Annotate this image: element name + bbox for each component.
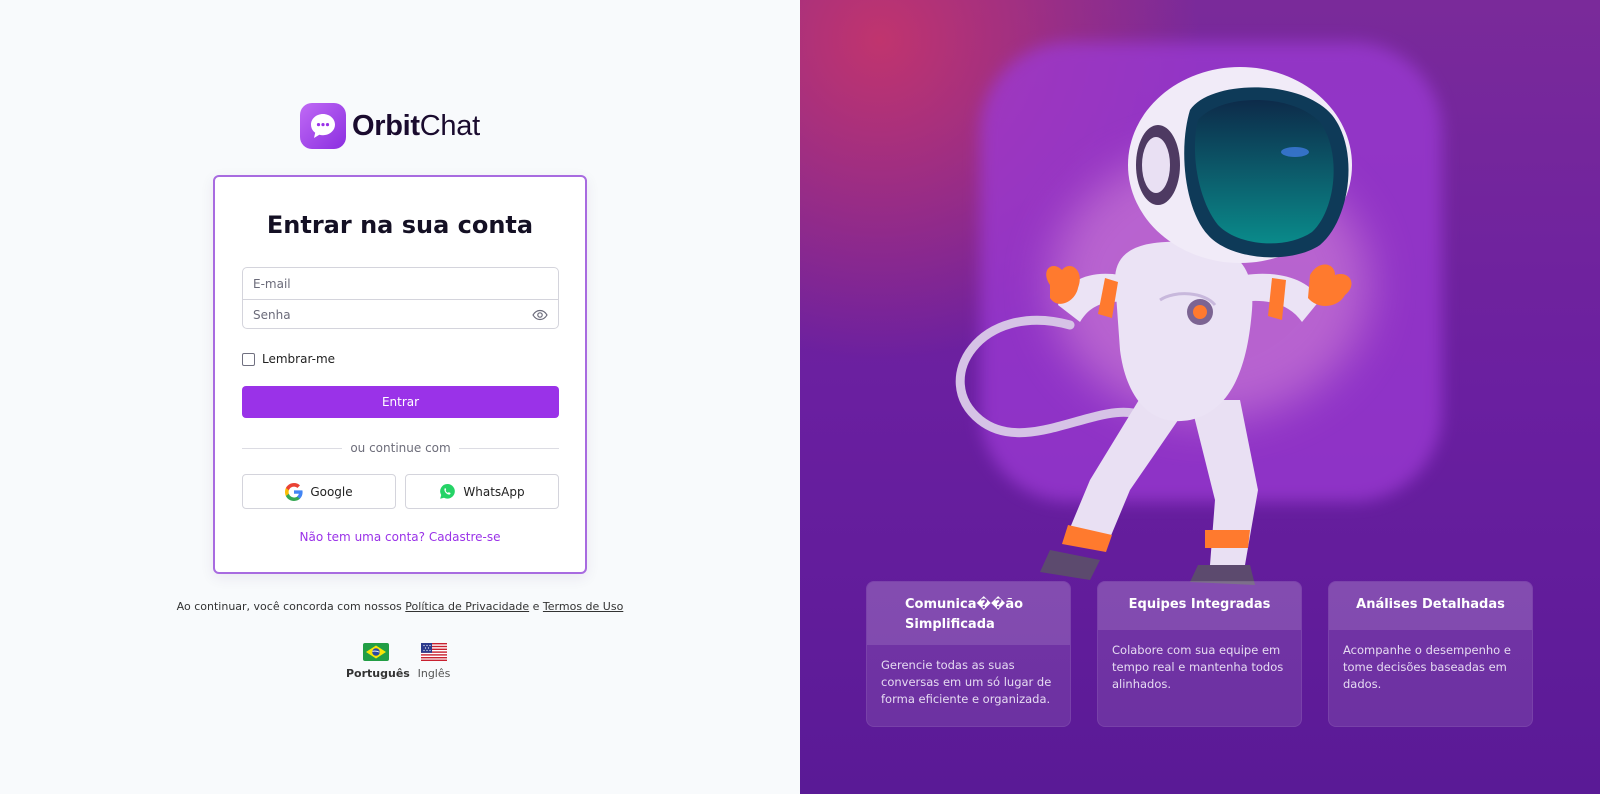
whatsapp-label: WhatsApp [463,484,525,499]
whatsapp-login-button[interactable]: WhatsApp [405,474,559,509]
email-input[interactable] [253,276,548,291]
divider-line [242,447,343,449]
language-label-portuguese: Português [346,667,410,680]
terms-notice: Ao continuar, você concorda com nossos P… [0,600,800,613]
terms-conjunction: e [532,600,540,613]
google-login-button[interactable]: Google [242,474,396,509]
language-option-portuguese[interactable]: Português [346,643,410,680]
feature-title: Análises Detalhadas [1329,582,1532,630]
password-input[interactable] [253,308,548,322]
language-label-english: Inglês [417,667,451,680]
google-label: Google [310,484,353,499]
eye-icon[interactable] [532,308,548,322]
feature-description: Acompanhe o desempenho e tome decisões b… [1343,643,1511,691]
login-pane: OrbitChat Entrar na sua conta Lembrar-me… [0,0,800,794]
google-icon [285,482,303,501]
email-field-wrapper [243,268,558,299]
remember-label: Lembrar-me [262,352,336,366]
privacy-policy-link[interactable]: Política de Privacidade [405,600,529,613]
feature-cards: Comunica��ão Simplificada Gerencie todas… [866,581,1533,727]
divider-line [458,447,560,449]
feature-card: Análises Detalhadas Acompanhe o desempen… [1328,581,1533,727]
feature-description: Colabore com sua equipe em tempo real e … [1112,643,1284,691]
password-field-wrapper [243,299,558,330]
feature-title: Equipes Integradas [1098,582,1301,630]
terms-prefix: Ao continuar, você concorda com nossos [176,600,402,613]
feature-title: Comunica��ão Simplificada [867,582,1070,645]
us-flag-icon [421,643,447,661]
brand-name: OrbitChat [352,109,480,142]
brazil-flag-icon [363,643,389,661]
chat-bubble-dots-icon [300,103,346,149]
remember-checkbox[interactable] [242,352,255,366]
login-button[interactable]: Entrar [242,386,559,418]
login-card: Entrar na sua conta Lembrar-me Entrar ou… [213,175,587,574]
whatsapp-icon [440,484,456,499]
social-divider: ou continue com [242,441,560,455]
signup-link[interactable]: Não tem uma conta? Cadastre-se [215,530,585,544]
promo-pane: Comunica��ão Simplificada Gerencie todas… [800,0,1600,794]
astronaut-illustration [955,67,1352,585]
credentials-group [242,267,559,329]
language-option-english[interactable]: Inglês [404,643,464,680]
feature-description: Gerencie todas as suas conversas em um s… [881,658,1052,706]
feature-card: Equipes Integradas Colabore com sua equi… [1097,581,1302,727]
terms-of-use-link[interactable]: Termos de Uso [543,600,623,613]
remember-me[interactable]: Lembrar-me [242,352,335,366]
divider-text: ou continue com [350,441,451,455]
login-title: Entrar na sua conta [266,211,534,239]
brand-logo: OrbitChat [300,103,480,149]
feature-card: Comunica��ão Simplificada Gerencie todas… [866,581,1071,727]
